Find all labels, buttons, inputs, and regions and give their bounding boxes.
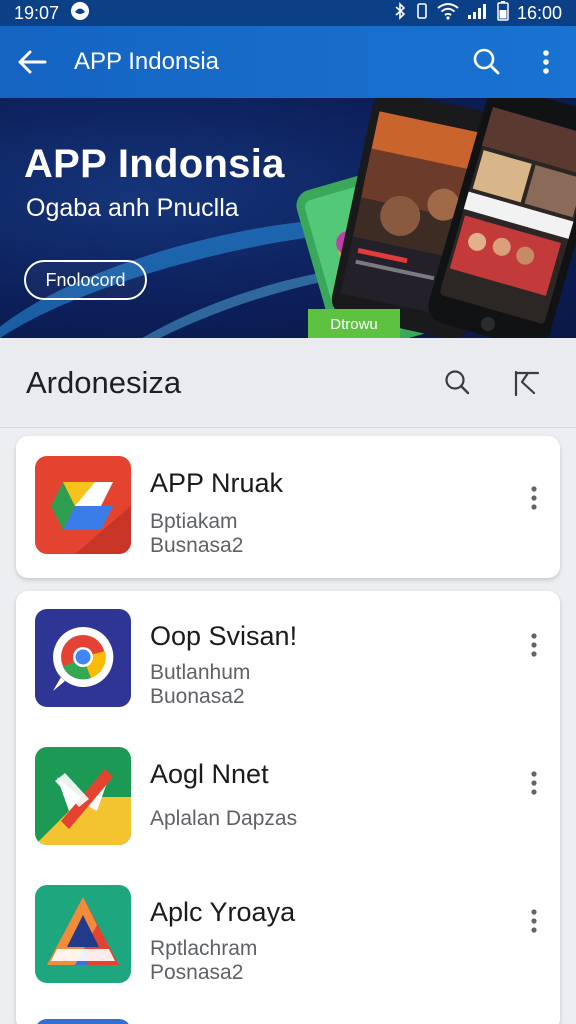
status-bar: 19:07 16:00 (0, 0, 576, 26)
overflow-menu-button[interactable] (516, 26, 576, 98)
app-name: Aogl Nnet (150, 759, 269, 789)
wifi-icon (437, 2, 459, 25)
app-bar: APP Indonsia (0, 26, 576, 98)
banner-subtitle: Ogaba anh Pnuclla (26, 194, 239, 222)
more-vert-icon (531, 771, 537, 795)
more-vert-icon (543, 50, 549, 74)
search-button[interactable] (456, 26, 516, 98)
app-more-button[interactable] (520, 763, 548, 803)
app-name: Aplc Yroaya (150, 897, 296, 927)
banner-title: APP Indonsia (24, 142, 285, 186)
battery-icon (497, 0, 509, 26)
notification-icon (69, 1, 91, 26)
app-subtitle: Rptlachram (150, 937, 258, 960)
section-header: Ardonesiza (0, 338, 576, 428)
list-item[interactable]: Aplc Yroaya Rptlachram Posnasa2 (16, 873, 560, 1003)
more-vert-icon (531, 909, 537, 933)
app-subtitle: Aplalan Dapzas (150, 807, 298, 830)
app-subtitle: Butlanhum (150, 661, 251, 684)
more-vert-icon (531, 486, 537, 510)
banner-tag[interactable]: Dtrowu (308, 309, 400, 338)
app-subtitle-2: Buonasa2 (150, 685, 245, 708)
section-search-button[interactable] (422, 353, 492, 413)
promo-banner[interactable]: APP Indonsia Ogaba anh Pnuclla Fnolocord… (0, 98, 576, 338)
app-subtitle: Bptiakam (150, 510, 238, 533)
section-flag-button[interactable] (492, 353, 562, 413)
search-icon (473, 48, 500, 75)
google-drive-style-icon (35, 456, 131, 554)
back-button[interactable] (0, 26, 64, 98)
app-name: APP Nruak (150, 468, 284, 498)
blue-play-triangle-icon (35, 885, 131, 983)
app-more-button[interactable] (520, 901, 548, 941)
arrow-left-icon (18, 50, 47, 74)
banner-button[interactable]: Fnolocord (24, 260, 147, 300)
list-item[interactable]: Aogl Nnet Aplalan Dapzas (16, 735, 560, 865)
app-more-button[interactable] (520, 478, 548, 518)
flag-icon (514, 370, 540, 396)
vibrate-icon (415, 2, 429, 25)
more-vert-icon (531, 633, 537, 657)
list-item[interactable]: Oop Svisan! Butlanhum Buonasa2 (16, 597, 560, 727)
app-name: Oop Svisan! (150, 621, 298, 651)
status-time-right: 16:00 (516, 2, 562, 23)
phones-illustration (296, 98, 576, 338)
section-title: Ardonesiza (26, 364, 182, 400)
app-icon-partial (35, 1019, 131, 1024)
list-item[interactable]: APP Nruak Bptiakam Busnasa2 (16, 442, 560, 572)
search-icon (445, 369, 470, 394)
app-card: APP Nruak Bptiakam Busnasa2 (16, 436, 560, 578)
app-more-button[interactable] (520, 625, 548, 665)
app-subtitle-2: Busnasa2 (150, 534, 244, 557)
app-subtitle-2: Posnasa2 (150, 961, 244, 984)
status-time-left: 19:07 (14, 2, 60, 23)
red-x-icon (35, 747, 131, 845)
signal-icon (467, 2, 489, 25)
app-card: Oop Svisan! Butlanhum Buonasa2 Aogl Nnet… (16, 591, 560, 1024)
bluetooth-icon (393, 1, 407, 25)
chrome-chat-icon (35, 609, 131, 707)
app-bar-title: APP Indonsia (74, 48, 219, 75)
